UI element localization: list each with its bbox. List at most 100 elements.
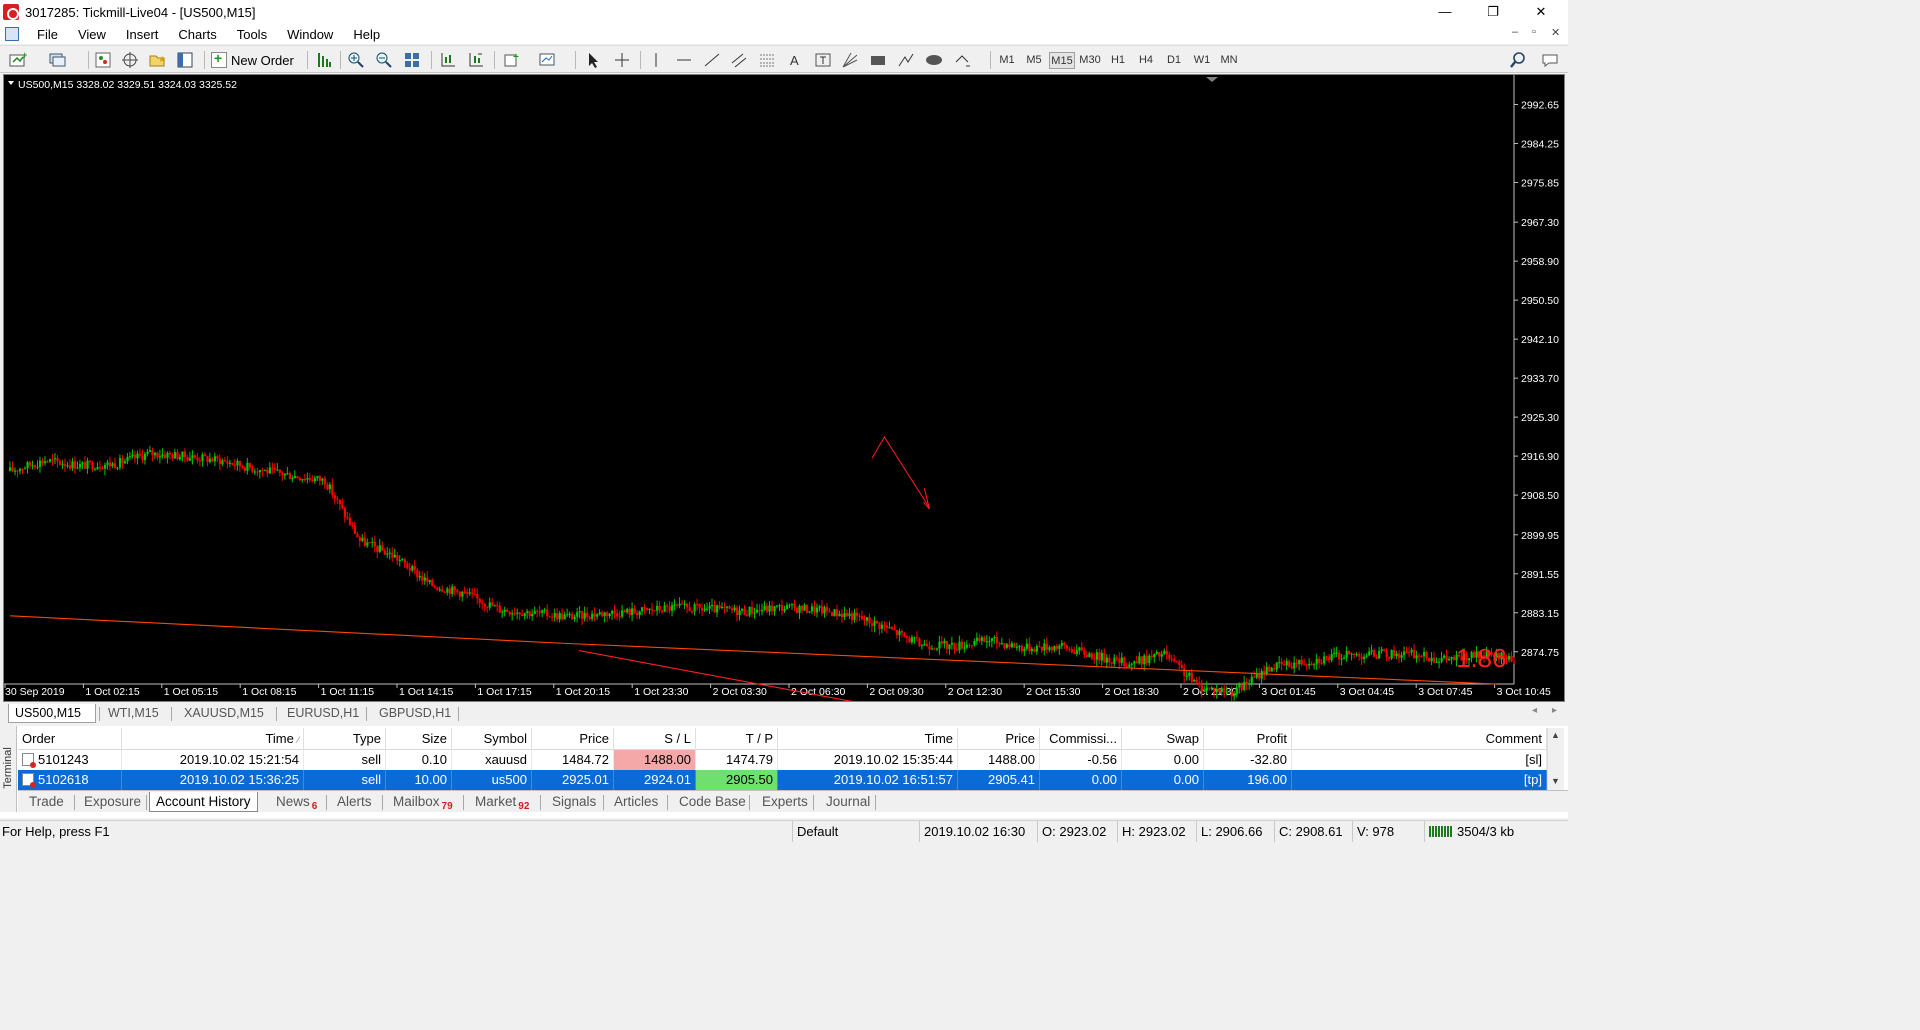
tab-market[interactable]: Market 92 bbox=[469, 792, 535, 812]
zoom-in-icon[interactable] bbox=[346, 50, 366, 70]
navigator-icon[interactable]: ★ bbox=[147, 50, 167, 70]
fibonacci-icon[interactable] bbox=[757, 50, 777, 70]
zoom-out-icon[interactable] bbox=[374, 50, 394, 70]
menu-window[interactable]: Window bbox=[277, 27, 343, 42]
tab-articles[interactable]: Articles bbox=[608, 792, 664, 812]
chart-document-icon[interactable] bbox=[5, 27, 19, 41]
timeframe-m30[interactable]: M30 bbox=[1077, 52, 1103, 69]
menu-file[interactable]: File bbox=[27, 27, 68, 42]
arrows-icon[interactable] bbox=[952, 50, 972, 70]
chart-shift-icon[interactable] bbox=[438, 50, 458, 70]
candle-body bbox=[1228, 691, 1231, 693]
timeframe-mn[interactable]: MN bbox=[1216, 52, 1242, 69]
column-header-symbol[interactable]: Symbol bbox=[452, 728, 532, 750]
tab-experts[interactable]: Experts bbox=[756, 792, 814, 812]
column-header-time[interactable]: Time ⁄ bbox=[122, 728, 304, 750]
tab-trade[interactable]: Trade bbox=[23, 792, 70, 812]
profiles-icon[interactable] bbox=[48, 50, 68, 70]
column-header-close-price[interactable]: Price bbox=[958, 728, 1040, 750]
scroll-down-icon[interactable]: ▼ bbox=[1551, 776, 1560, 786]
pitchfork-icon[interactable] bbox=[896, 50, 916, 70]
menu-charts[interactable]: Charts bbox=[168, 27, 226, 42]
terminal-icon[interactable] bbox=[175, 50, 195, 70]
horizontal-line-icon[interactable] bbox=[674, 50, 694, 70]
rectangle-icon[interactable] bbox=[868, 50, 888, 70]
timeframe-m15[interactable]: M15 bbox=[1049, 52, 1075, 69]
tab-mailbox[interactable]: Mailbox 79 bbox=[387, 792, 459, 812]
candle-body bbox=[1118, 658, 1121, 663]
equidistant-channel-icon[interactable] bbox=[729, 50, 749, 70]
timeframe-m1[interactable]: M1 bbox=[994, 52, 1020, 69]
candle-body bbox=[1423, 651, 1426, 657]
text-tool-icon[interactable]: A bbox=[785, 50, 805, 70]
new-chart-icon[interactable]: + bbox=[8, 50, 28, 70]
column-header-type[interactable]: Type bbox=[304, 728, 386, 750]
tab-scroll-left-icon[interactable]: ◂ bbox=[1532, 705, 1537, 716]
column-header-commission[interactable]: Commissi... bbox=[1040, 728, 1122, 750]
auto-scroll-icon[interactable] bbox=[466, 50, 486, 70]
cursor-icon[interactable] bbox=[583, 50, 603, 70]
timeframe-m5[interactable]: M5 bbox=[1021, 52, 1047, 69]
chart-tab-eurusd[interactable]: EURUSD,H1 bbox=[281, 704, 365, 723]
tab-news[interactable]: News 6 bbox=[270, 792, 323, 812]
autotrading-icon[interactable] bbox=[314, 50, 334, 70]
terminal-side-label[interactable]: Terminal bbox=[0, 726, 17, 812]
column-header-price[interactable]: Price bbox=[532, 728, 614, 750]
data-window-icon[interactable] bbox=[120, 50, 140, 70]
search-icon[interactable] bbox=[1508, 50, 1528, 70]
column-header-size[interactable]: Size bbox=[386, 728, 452, 750]
tab-signals[interactable]: Signals bbox=[546, 792, 602, 812]
column-header-profit[interactable]: Profit bbox=[1204, 728, 1292, 750]
chart-tab-wti[interactable]: WTI,M15 bbox=[102, 704, 165, 723]
column-header-close-time[interactable]: Time bbox=[778, 728, 958, 750]
column-header-comment[interactable]: Comment bbox=[1292, 728, 1547, 750]
market-watch-icon[interactable] bbox=[93, 50, 113, 70]
chart-tab-gbpusd[interactable]: GBPUSD,H1 bbox=[373, 704, 457, 723]
column-header-swap[interactable]: Swap bbox=[1122, 728, 1204, 750]
tab-exposure[interactable]: Exposure bbox=[78, 792, 147, 812]
candle-body bbox=[1048, 647, 1051, 650]
tab-scroll-right-icon[interactable]: ▸ bbox=[1552, 705, 1557, 716]
price-chart[interactable]: 2992.65 2984.25 2975.85 2967.30 2958.90 2950.… bbox=[3, 74, 1565, 702]
menu-view[interactable]: View bbox=[68, 27, 116, 42]
scroll-up-icon[interactable]: ▲ bbox=[1551, 730, 1560, 740]
indicators-icon[interactable]: + bbox=[502, 50, 522, 70]
mdi-restore-button[interactable]: ▫ bbox=[1532, 26, 1536, 38]
chart-tab-us500[interactable]: US500,M15 bbox=[8, 704, 96, 723]
chart-tab-xauusd[interactable]: XAUUSD,M15 bbox=[178, 704, 270, 723]
status-profile[interactable]: Default bbox=[792, 821, 919, 842]
candle-body bbox=[651, 608, 654, 611]
chat-icon[interactable] bbox=[1540, 50, 1560, 70]
trendline-icon[interactable] bbox=[702, 50, 722, 70]
menu-insert[interactable]: Insert bbox=[116, 27, 169, 42]
tile-windows-icon[interactable] bbox=[402, 50, 422, 70]
timeframe-h4[interactable]: H4 bbox=[1133, 52, 1159, 69]
mdi-close-button[interactable]: ✕ bbox=[1551, 26, 1560, 39]
text-label-icon[interactable] bbox=[813, 50, 833, 70]
templates-icon[interactable] bbox=[538, 50, 558, 70]
menu-help[interactable]: Help bbox=[343, 27, 390, 42]
timeframe-h1[interactable]: H1 bbox=[1105, 52, 1131, 69]
gann-fan-icon[interactable] bbox=[840, 50, 860, 70]
tab-alerts[interactable]: Alerts bbox=[331, 792, 378, 812]
mdi-minimize-button[interactable]: – bbox=[1512, 26, 1518, 38]
column-header-sl[interactable]: S / L bbox=[614, 728, 696, 750]
timeframe-d1[interactable]: D1 bbox=[1161, 52, 1187, 69]
terminal-scrollbar[interactable]: ▲ ▼ bbox=[1547, 728, 1564, 790]
vertical-line-icon[interactable] bbox=[646, 50, 666, 70]
minimize-button[interactable]: — bbox=[1422, 0, 1468, 24]
ellipse-icon[interactable] bbox=[924, 50, 944, 70]
column-header-order[interactable]: Order bbox=[18, 728, 122, 750]
column-header-tp[interactable]: T / P bbox=[696, 728, 778, 750]
maximize-button[interactable]: ❐ bbox=[1470, 0, 1516, 24]
candle-body bbox=[548, 616, 551, 618]
tab-account-history[interactable]: Account History bbox=[149, 792, 258, 812]
tab-journal[interactable]: Journal bbox=[820, 792, 876, 812]
crosshair-icon[interactable] bbox=[612, 50, 632, 70]
menu-tools[interactable]: Tools bbox=[227, 27, 277, 42]
status-connection[interactable]: 3504/3 kb bbox=[1424, 821, 1568, 842]
timeframe-w1[interactable]: W1 bbox=[1189, 52, 1215, 69]
new-order-button[interactable]: New Order bbox=[211, 50, 294, 70]
close-button[interactable]: ✕ bbox=[1518, 0, 1564, 24]
tab-code-base[interactable]: Code Base bbox=[673, 792, 752, 812]
